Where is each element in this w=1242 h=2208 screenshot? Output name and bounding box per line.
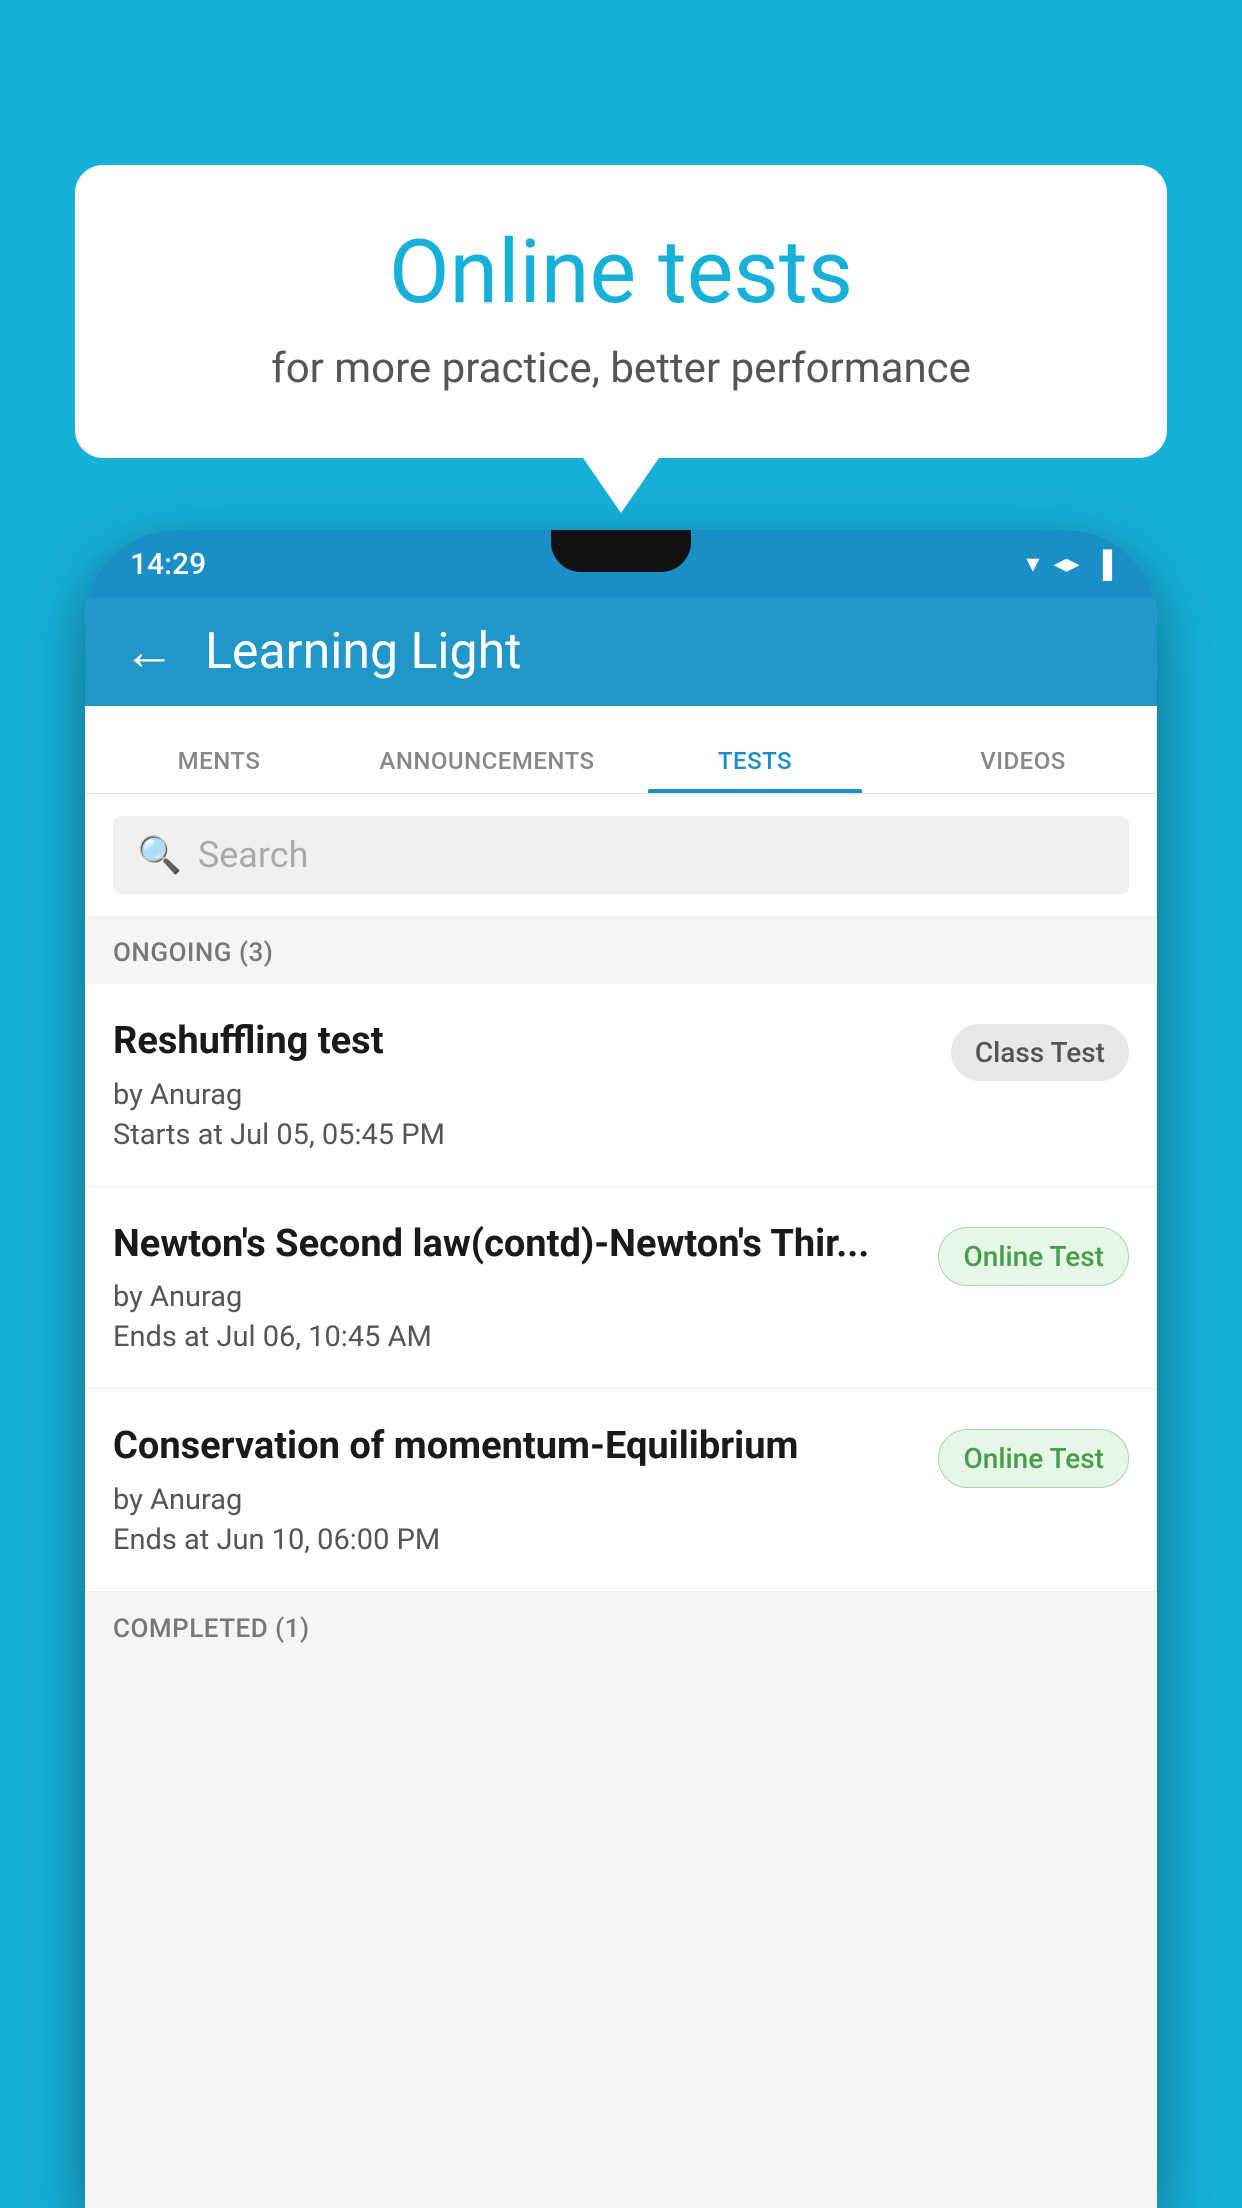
test-date: Ends at Jun 10, 06:00 PM (113, 1523, 914, 1557)
completed-section-header: COMPLETED (1) (85, 1592, 1157, 1660)
test-by: by Anurag (113, 1483, 914, 1517)
status-bar: 14:29 ▾ ◂▸ ▐ (85, 530, 1157, 598)
test-item-content: Conservation of momentum-Equilibrium by … (113, 1423, 938, 1557)
phone-frame: 14:29 ▾ ◂▸ ▐ ← Learning Light MENTS ANNO… (85, 530, 1157, 2208)
search-placeholder: Search (198, 834, 309, 876)
test-item[interactable]: Newton's Second law(contd)-Newton's Thir… (85, 1187, 1157, 1390)
test-name: Newton's Second law(contd)-Newton's Thir… (113, 1221, 914, 1269)
tab-bar: MENTS ANNOUNCEMENTS TESTS VIDEOS (85, 706, 1157, 794)
tab-tests[interactable]: TESTS (621, 747, 889, 793)
test-name: Reshuffling test (113, 1018, 927, 1066)
test-date-label: Starts at (113, 1118, 223, 1152)
test-by: by Anurag (113, 1280, 914, 1314)
test-badge-online: Online Test (938, 1227, 1129, 1286)
notch (551, 530, 691, 572)
speech-bubble: Online tests for more practice, better p… (75, 165, 1167, 458)
search-icon: 🔍 (137, 834, 182, 876)
test-date-value: Jun 10, 06:00 PM (216, 1523, 440, 1557)
bubble-title: Online tests (145, 225, 1097, 322)
test-item[interactable]: Conservation of momentum-Equilibrium by … (85, 1389, 1157, 1592)
test-date: Ends at Jul 06, 10:45 AM (113, 1320, 914, 1354)
test-badge-online: Online Test (938, 1429, 1129, 1488)
wifi-icon: ▾ (1026, 549, 1039, 579)
test-date-value: Jul 05, 05:45 PM (230, 1118, 445, 1152)
test-item-content: Newton's Second law(contd)-Newton's Thir… (113, 1221, 938, 1355)
back-button[interactable]: ← (123, 626, 175, 678)
screen-content: 🔍 Search ONGOING (3) Reshuffling test by… (85, 794, 1157, 2208)
app-title: Learning Light (205, 623, 522, 681)
ongoing-section-header: ONGOING (3) (85, 916, 1157, 984)
completed-label: COMPLETED (1) (113, 1614, 310, 1644)
test-name: Conservation of momentum-Equilibrium (113, 1423, 914, 1471)
tab-announcements[interactable]: ANNOUNCEMENTS (353, 747, 621, 793)
phone-inner: 14:29 ▾ ◂▸ ▐ ← Learning Light MENTS ANNO… (85, 530, 1157, 2208)
test-date-label: Ends at (113, 1320, 209, 1354)
bubble-subtitle: for more practice, better performance (145, 344, 1097, 393)
test-date-value: Jul 06, 10:45 AM (216, 1320, 431, 1354)
ongoing-label: ONGOING (3) (113, 938, 273, 968)
test-badge-class: Class Test (951, 1024, 1129, 1081)
tab-ments[interactable]: MENTS (85, 747, 353, 793)
status-time: 14:29 (130, 547, 206, 582)
search-bar: 🔍 Search (85, 794, 1157, 916)
test-by: by Anurag (113, 1078, 927, 1112)
test-item-content: Reshuffling test by Anurag Starts at Jul… (113, 1018, 951, 1152)
status-icons: ▾ ◂▸ ▐ (1026, 549, 1112, 580)
test-date-label: Ends at (113, 1523, 209, 1557)
battery-icon: ▐ (1094, 549, 1112, 580)
search-input-wrapper[interactable]: 🔍 Search (113, 816, 1129, 894)
signal-icon: ◂▸ (1053, 549, 1079, 579)
tab-videos[interactable]: VIDEOS (889, 747, 1157, 793)
test-list: Reshuffling test by Anurag Starts at Jul… (85, 984, 1157, 1592)
test-date: Starts at Jul 05, 05:45 PM (113, 1118, 927, 1152)
app-bar: ← Learning Light (85, 598, 1157, 706)
test-item[interactable]: Reshuffling test by Anurag Starts at Jul… (85, 984, 1157, 1187)
